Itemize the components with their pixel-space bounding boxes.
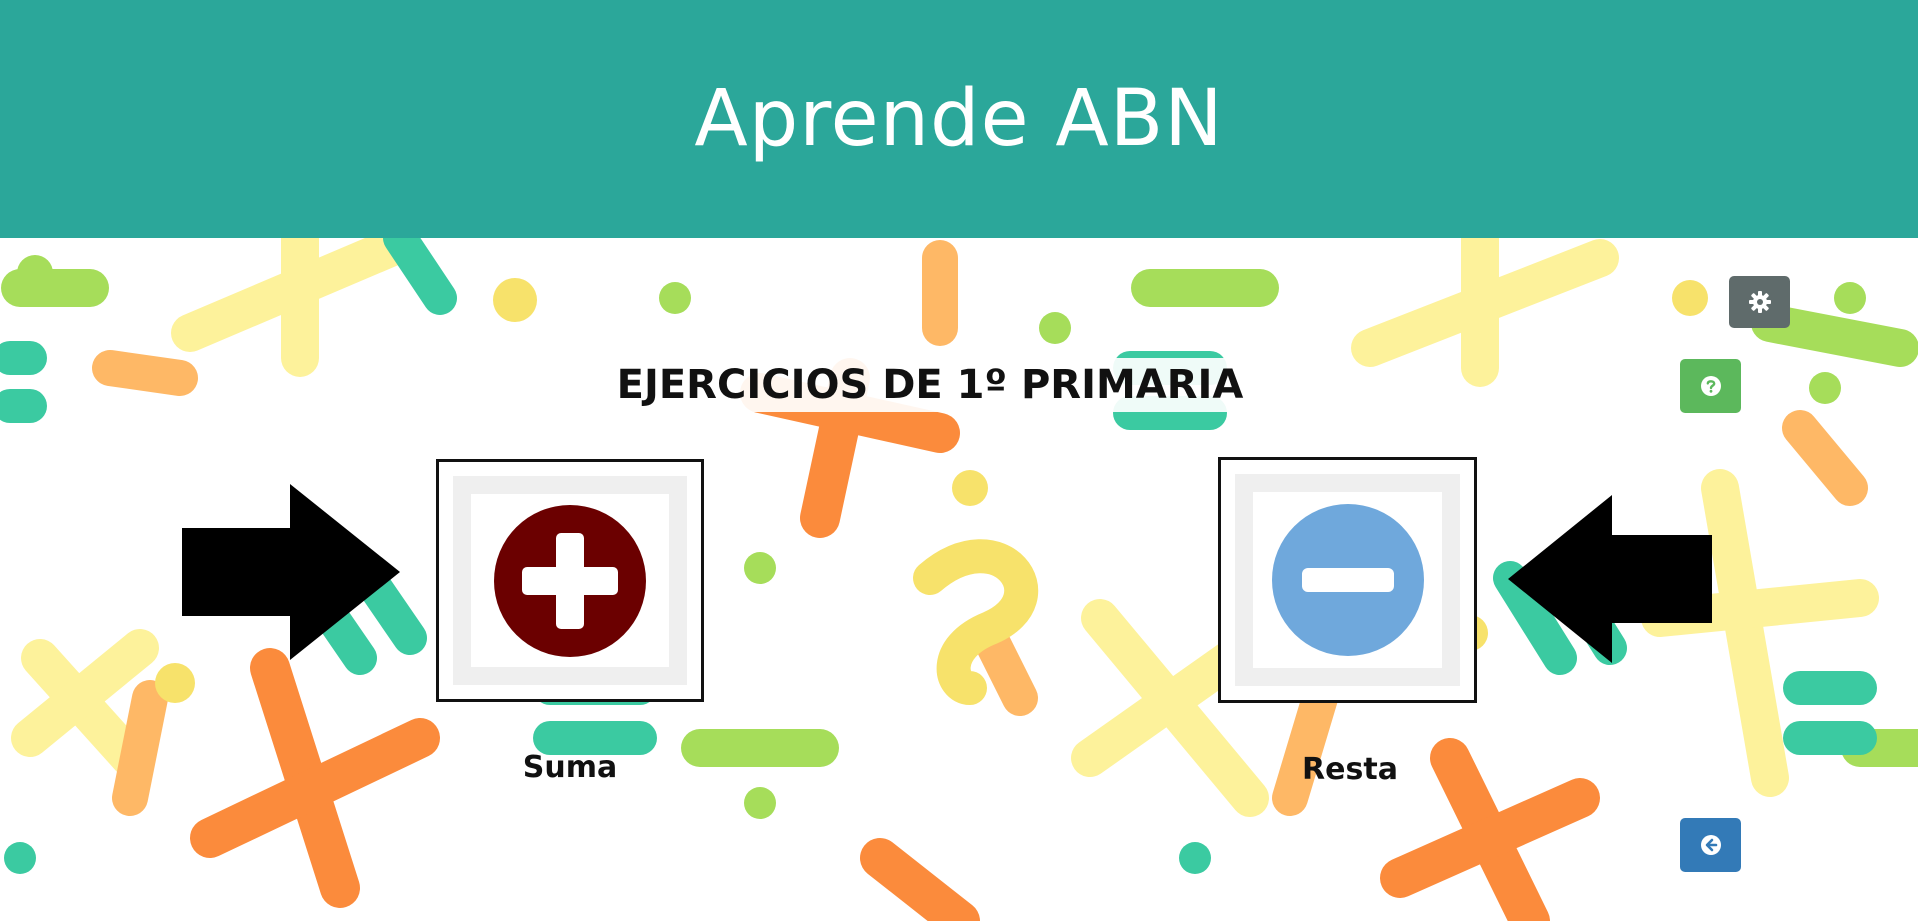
gear-icon: [1748, 291, 1771, 313]
resta-label: Resta: [1302, 752, 1398, 787]
exercise-panel: EJERCICIOS DE 1º PRIMARIA Suma Resta: [0, 0, 1918, 921]
section-title: EJERCICIOS DE 1º PRIMARIA: [600, 358, 1260, 412]
resta-icon-frame: [1235, 474, 1460, 686]
back-button[interactable]: [1680, 818, 1741, 872]
suma-button[interactable]: [436, 459, 704, 702]
suma-icon-frame: [453, 476, 687, 685]
question-circle-icon: [1700, 376, 1721, 396]
suma-label: Suma: [522, 750, 618, 785]
plus-circle-icon: [494, 504, 646, 657]
settings-button[interactable]: [1729, 276, 1790, 328]
arrow-right-pointer-icon: [182, 484, 400, 660]
minus-circle-icon: [1271, 504, 1424, 656]
resta-button[interactable]: [1218, 457, 1477, 703]
help-button[interactable]: [1680, 359, 1741, 413]
app-page: Aprende ABN EJERCICIOS DE 1º PRIMARIA Su…: [0, 0, 1918, 921]
arrow-left-pointer-icon: [1508, 495, 1712, 663]
arrow-left-circle-icon: [1700, 835, 1721, 855]
